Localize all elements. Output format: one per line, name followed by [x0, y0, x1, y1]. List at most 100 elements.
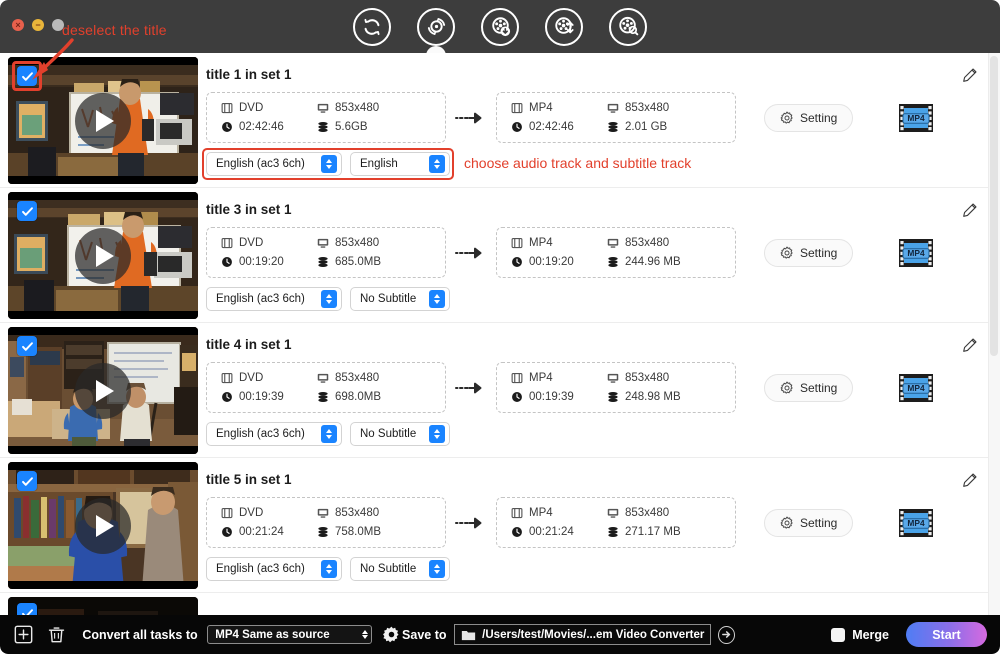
source-resolution: 853x480 — [317, 507, 431, 519]
target-resolution: 853x480 — [607, 372, 721, 384]
video-thumbnail[interactable] — [8, 462, 198, 589]
target-format: MP4 — [511, 507, 607, 519]
stepper-icon[interactable] — [362, 630, 368, 639]
stepper-icon[interactable] — [321, 425, 337, 443]
save-path-field[interactable]: /Users/test/Movies/...em Video Converter — [454, 624, 711, 645]
scrollbar-thumb[interactable] — [990, 56, 998, 356]
row-title — [206, 605, 1000, 615]
target-size: 248.98 MB — [607, 391, 721, 403]
task-list[interactable]: title 1 in set 1 DVD 853x480 — [0, 53, 1000, 615]
convert-all-label: Convert all tasks to — [82, 628, 197, 642]
stepper-icon[interactable] — [321, 155, 337, 173]
subtitle-track-select[interactable]: No Subtitle — [350, 422, 450, 446]
source-duration: 00:21:24 — [221, 526, 317, 538]
edit-pencil-icon[interactable] — [961, 67, 978, 89]
gear-icon — [780, 381, 794, 395]
audio-track-select[interactable]: English (ac3 6ch) — [206, 422, 342, 446]
start-label: Start — [932, 628, 960, 642]
target-duration: 00:19:39 — [511, 391, 607, 403]
row-checkbox[interactable] — [17, 201, 37, 221]
merge-label: Merge — [852, 628, 889, 642]
row-title: title 3 in set 1 — [206, 202, 1000, 217]
play-button[interactable] — [75, 363, 131, 419]
table-row[interactable]: title 4 in set 1 DVD 853x480 — [0, 323, 1000, 458]
setting-button[interactable]: Setting — [764, 104, 853, 132]
row-checkbox[interactable] — [17, 471, 37, 491]
stepper-icon[interactable] — [429, 290, 445, 308]
delete-task-button[interactable] — [46, 624, 67, 646]
format-badge[interactable]: MP4 — [897, 234, 935, 272]
format-badge[interactable]: MP4 — [897, 504, 935, 542]
format-badge[interactable]: MP4 — [897, 369, 935, 407]
stepper-icon[interactable] — [321, 290, 337, 308]
table-row[interactable]: title 3 in set 1 DVD 853x480 — [0, 188, 1000, 323]
source-format: DVD — [221, 237, 317, 249]
row-details: title 3 in set 1 DVD 853x480 — [198, 188, 1000, 311]
target-info: MP4 853x480 00:19:39 248.98 MB — [496, 362, 736, 413]
convert-icon[interactable] — [353, 8, 391, 46]
setting-button[interactable]: Setting — [764, 239, 853, 267]
track-selectors: English (ac3 6ch) English choose audio t… — [206, 152, 450, 176]
target-info: MP4 853x480 00:21:24 271.17 MB — [496, 497, 736, 548]
dvd-ripper-icon[interactable] — [417, 8, 455, 46]
subtitle-track-select[interactable]: No Subtitle — [350, 287, 450, 311]
stepper-icon[interactable] — [429, 155, 445, 173]
stepper-icon[interactable] — [321, 560, 337, 578]
source-resolution: 853x480 — [317, 237, 431, 249]
open-folder-button[interactable] — [718, 626, 735, 644]
video-toolbox-icon[interactable] — [609, 8, 647, 46]
source-size: 5.6GB — [317, 121, 431, 133]
audio-track-select[interactable]: English (ac3 6ch) — [206, 557, 342, 581]
video-thumbnail[interactable] — [8, 57, 198, 184]
table-row-partial[interactable] — [0, 593, 1000, 615]
edit-pencil-icon[interactable] — [961, 202, 978, 224]
audio-track-select[interactable]: English (ac3 6ch) — [206, 152, 342, 176]
gear-icon — [780, 111, 794, 125]
save-to-label: Save to — [402, 628, 446, 642]
play-button[interactable] — [75, 498, 131, 554]
stepper-icon[interactable] — [429, 425, 445, 443]
video-edit-icon[interactable] — [545, 8, 583, 46]
add-task-button[interactable] — [13, 624, 34, 646]
format-badge-label: MP4 — [908, 382, 926, 392]
table-row[interactable]: title 5 in set 1 DVD 853x480 — [0, 458, 1000, 593]
format-badge[interactable]: MP4 — [897, 99, 935, 137]
video-thumbnail[interactable] — [8, 327, 198, 454]
letterbox-bottom — [8, 581, 198, 589]
subtitle-track-select[interactable]: English — [350, 152, 450, 176]
video-thumbnail[interactable] — [8, 597, 198, 615]
letterbox-top — [8, 327, 198, 335]
audio-track-value: English (ac3 6ch) — [216, 158, 305, 170]
row-checkbox[interactable] — [17, 603, 37, 615]
source-resolution: 853x480 — [317, 372, 431, 384]
edit-pencil-icon[interactable] — [961, 472, 978, 494]
play-button[interactable] — [75, 93, 131, 149]
source-resolution: 853x480 — [317, 102, 431, 114]
bottom-toolbar: Convert all tasks to MP4 Same as source … — [0, 615, 1000, 654]
video-thumbnail[interactable] — [8, 192, 198, 319]
edit-pencil-icon[interactable] — [961, 337, 978, 359]
subtitle-track-select[interactable]: No Subtitle — [350, 557, 450, 581]
play-button[interactable] — [75, 228, 131, 284]
minimize-button[interactable]: − — [32, 19, 44, 31]
conversion-pipeline: DVD 853x480 00:19:20 685.0MB — [206, 227, 1000, 278]
stepper-icon[interactable] — [429, 560, 445, 578]
start-button[interactable]: Start — [906, 622, 986, 647]
merge-checkbox[interactable] — [831, 628, 844, 642]
setting-label: Setting — [800, 381, 837, 395]
source-duration: 02:42:46 — [221, 121, 317, 133]
close-button[interactable]: × — [12, 19, 24, 31]
arrow-right-icon — [446, 516, 496, 530]
row-checkbox[interactable] — [17, 336, 37, 356]
video-download-icon[interactable] — [481, 8, 519, 46]
target-size: 271.17 MB — [607, 526, 721, 538]
row-details — [198, 593, 1000, 615]
global-format-select[interactable]: MP4 Same as source — [207, 625, 372, 644]
setting-label: Setting — [800, 111, 837, 125]
setting-button[interactable]: Setting — [764, 374, 853, 402]
global-settings-gear-icon[interactable] — [381, 624, 402, 646]
table-row[interactable]: title 1 in set 1 DVD 853x480 — [0, 53, 1000, 188]
target-resolution: 853x480 — [607, 507, 721, 519]
setting-button[interactable]: Setting — [764, 509, 853, 537]
audio-track-select[interactable]: English (ac3 6ch) — [206, 287, 342, 311]
